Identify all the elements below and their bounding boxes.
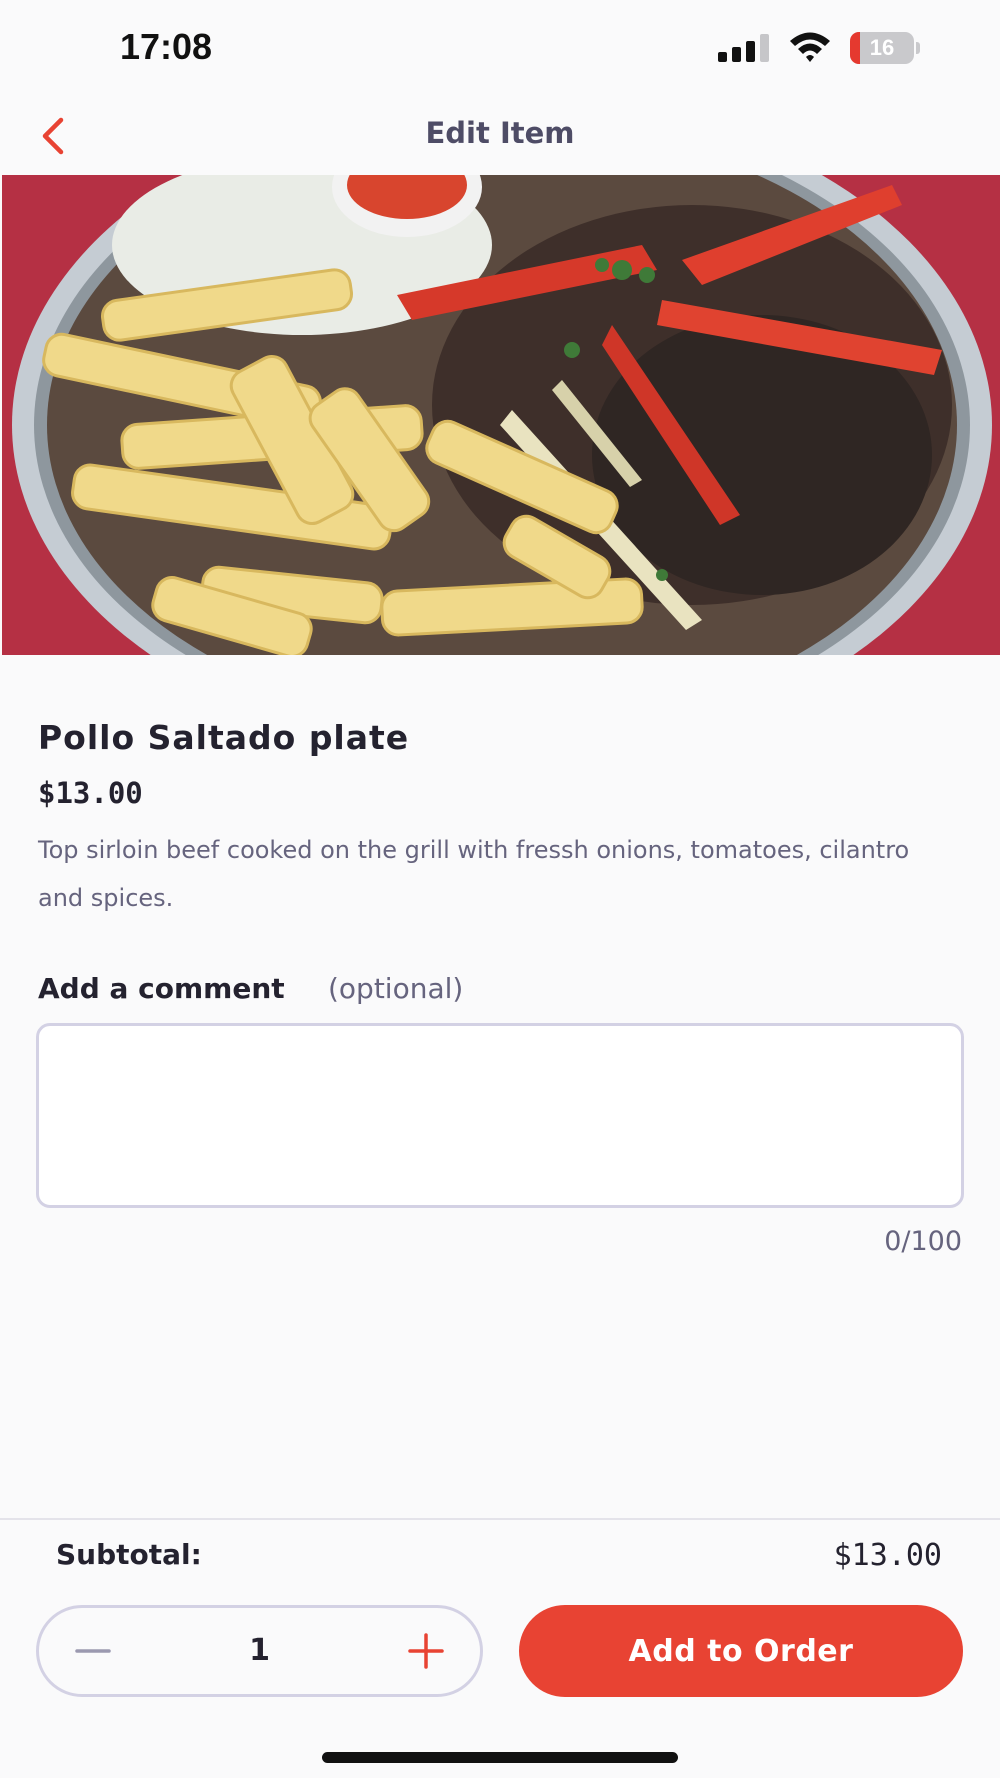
footer-divider (0, 1518, 1000, 1520)
character-counter: 0/100 (884, 1226, 962, 1257)
item-name: Pollo Saltado plate (38, 718, 410, 757)
item-price: $13.00 (38, 776, 143, 810)
quantity-stepper: 1 (36, 1605, 483, 1697)
nav-bar: Edit Item (0, 96, 1000, 174)
subtotal-value: $13.00 (833, 1538, 942, 1573)
wifi-icon (790, 32, 830, 62)
comment-label: Add a comment (38, 972, 285, 1005)
page-title: Edit Item (425, 116, 575, 150)
battery-icon: 16 (850, 32, 920, 64)
increase-quantity-button[interactable] (376, 1608, 476, 1694)
quantity-value: 1 (249, 1633, 270, 1668)
plus-icon (408, 1633, 444, 1669)
status-time: 17:08 (120, 26, 213, 67)
item-description: Top sirloin beef cooked on the grill wit… (38, 836, 910, 912)
signal-icon (718, 34, 769, 62)
decrease-quantity-button[interactable] (43, 1608, 143, 1694)
minus-icon (75, 1649, 111, 1653)
status-bar: 17:08 16 (0, 0, 1000, 96)
comment-optional-label: (optional) (328, 972, 464, 1005)
subtotal-label: Subtotal: (56, 1538, 202, 1571)
comment-box (36, 1023, 964, 1208)
item-photo (2, 175, 1000, 655)
add-to-order-button[interactable]: Add to Order (519, 1605, 963, 1697)
battery-level: 16 (869, 35, 895, 60)
home-indicator (322, 1752, 678, 1763)
comment-input[interactable] (55, 1040, 945, 1190)
